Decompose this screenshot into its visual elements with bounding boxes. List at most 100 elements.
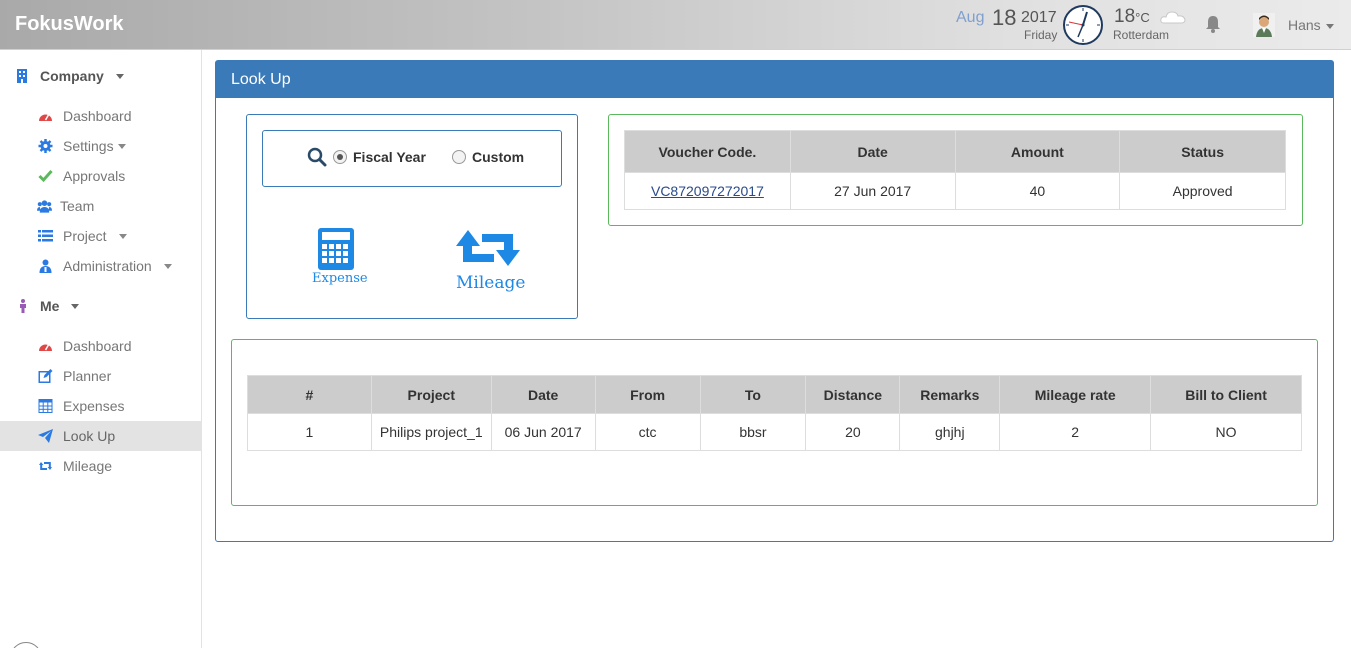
fiscal-year-radio[interactable] xyxy=(333,150,347,164)
sidebar-item-approvals[interactable]: Approvals xyxy=(0,161,202,191)
users-icon xyxy=(37,200,52,213)
sidebar-item-planner[interactable]: Planner xyxy=(0,361,202,391)
chevron-down-icon xyxy=(1325,23,1334,29)
list-icon xyxy=(38,230,53,242)
date-month: Aug xyxy=(956,9,985,26)
sidebar-item-look-up[interactable]: Look Up xyxy=(0,421,202,451)
user-menu[interactable]: Hans xyxy=(1288,17,1334,33)
table-cell: ctc xyxy=(594,413,701,451)
chevron-down-icon xyxy=(164,264,172,269)
column-header[interactable]: Mileage rate xyxy=(999,375,1152,414)
table-cell: 20 xyxy=(805,413,901,451)
column-header[interactable]: Distance xyxy=(805,375,901,414)
sidebar-item-label: Look Up xyxy=(63,428,116,444)
fiscal-year-label[interactable]: Fiscal Year xyxy=(353,149,426,165)
sidebar-item-company-dashboard[interactable]: Dashboard xyxy=(0,101,202,131)
sidebar-item-label: Expenses xyxy=(63,398,125,414)
user-name: Hans xyxy=(1288,17,1321,33)
sidebar-group-label: Me xyxy=(40,298,60,314)
person-icon xyxy=(20,299,26,313)
table-cell: 1 xyxy=(247,413,372,451)
chevron-down-icon xyxy=(116,74,124,79)
weather-city: Rotterdam xyxy=(1113,28,1170,42)
custom-label[interactable]: Custom xyxy=(472,149,524,165)
sidebar-group-company[interactable]: Company xyxy=(0,61,202,91)
chevron-down-icon xyxy=(119,234,127,239)
sidebar-item-team[interactable]: Team xyxy=(0,191,202,221)
mileage-table: # Project Date From To Distance Remarks … xyxy=(247,375,1302,451)
brand-logo[interactable]: FokusWork xyxy=(15,13,124,36)
date-year: 2017 xyxy=(1021,9,1057,26)
clock-icon xyxy=(1063,5,1103,45)
temperature-value: 18 xyxy=(1114,6,1136,27)
column-header[interactable]: Project xyxy=(370,375,492,414)
column-header[interactable]: Date xyxy=(789,130,956,173)
date-day: 18 xyxy=(992,5,1017,30)
column-header[interactable]: Voucher Code. xyxy=(624,130,791,173)
table-cell: 2 xyxy=(999,413,1152,451)
panel-header: Look Up xyxy=(216,61,1333,98)
table-cell: bbsr xyxy=(699,413,807,451)
paper-plane-icon xyxy=(38,429,53,443)
table-cell: Approved xyxy=(1119,172,1286,210)
table-cell: 06 Jun 2017 xyxy=(490,413,596,451)
column-header[interactable]: # xyxy=(247,375,372,414)
sidebar-item-expenses[interactable]: Expenses xyxy=(0,391,202,421)
edit-icon xyxy=(38,369,53,383)
table-row: 1 Philips project_1 06 Jun 2017 ctc bbsr… xyxy=(247,413,1302,451)
column-header[interactable]: To xyxy=(699,375,807,414)
sidebar-item-administration[interactable]: Administration xyxy=(0,251,202,281)
check-icon xyxy=(38,170,53,183)
voucher-table: Voucher Code. Date Amount Status VC87209… xyxy=(624,130,1286,210)
date-weekday: Friday xyxy=(1024,28,1058,42)
sidebar-item-label: Mileage xyxy=(63,458,113,474)
dashboard-icon xyxy=(39,113,52,121)
column-header[interactable]: Bill to Client xyxy=(1150,375,1302,414)
sidebar-item-label: Team xyxy=(60,198,95,214)
sidebar-item-settings[interactable]: Settings xyxy=(0,131,202,161)
sidebar-item-me-dashboard[interactable]: Dashboard xyxy=(0,331,202,361)
building-icon xyxy=(17,69,27,83)
sidebar-item-project[interactable]: Project xyxy=(0,221,202,251)
temperature: 18°C xyxy=(1114,6,1150,28)
admin-icon xyxy=(39,259,52,273)
bell-icon[interactable] xyxy=(1205,15,1221,33)
dashboard-icon xyxy=(39,343,52,351)
table-header-row: Voucher Code. Date Amount Status xyxy=(624,130,1286,173)
column-header[interactable]: From xyxy=(594,375,701,414)
custom-radio[interactable] xyxy=(452,150,466,164)
search-icon[interactable] xyxy=(307,147,327,167)
column-header[interactable]: Date xyxy=(490,375,596,414)
top-header: FokusWork Aug 18 2017 Friday 18°C Rotter… xyxy=(0,0,1351,50)
avatar[interactable] xyxy=(1253,13,1275,37)
sidebar-item-label: Approvals xyxy=(63,168,126,184)
cloud-icon xyxy=(1160,11,1186,24)
table-cell: Philips project_1 xyxy=(370,413,492,451)
sidebar: Company Dashboard Settings Approvals Tea… xyxy=(0,50,202,648)
column-header[interactable]: Remarks xyxy=(899,375,1001,414)
sidebar-item-label: Dashboard xyxy=(63,338,132,354)
sidebar-group-label: Company xyxy=(40,68,104,84)
gear-icon xyxy=(38,139,53,153)
table-cell: ghjhj xyxy=(899,413,1001,451)
chevron-down-icon xyxy=(71,304,79,309)
voucher-code-link[interactable]: VC872097272017 xyxy=(651,183,764,199)
expense-tile-label[interactable]: Expense xyxy=(312,271,368,286)
retweet-icon xyxy=(39,462,52,470)
table-cell: VC872097272017 xyxy=(624,172,791,210)
mileage-tile-label[interactable]: Mileage xyxy=(456,273,525,293)
column-header[interactable]: Status xyxy=(1119,130,1286,173)
chevron-down-icon xyxy=(118,144,126,149)
table-cell: NO xyxy=(1150,413,1302,451)
table-cell: 40 xyxy=(954,172,1121,210)
sidebar-item-label: Administration xyxy=(63,258,152,274)
table-row: VC872097272017 27 Jun 2017 40 Approved xyxy=(624,172,1286,210)
table-cell: 27 Jun 2017 xyxy=(789,172,956,210)
table-header-row: # Project Date From To Distance Remarks … xyxy=(247,375,1302,414)
sidebar-item-label: Settings xyxy=(63,138,114,154)
sidebar-item-label: Dashboard xyxy=(63,108,132,124)
sidebar-item-mileage[interactable]: Mileage xyxy=(0,451,202,481)
sidebar-item-label: Project xyxy=(63,228,107,244)
column-header[interactable]: Amount xyxy=(954,130,1121,173)
sidebar-group-me[interactable]: Me xyxy=(0,291,202,321)
